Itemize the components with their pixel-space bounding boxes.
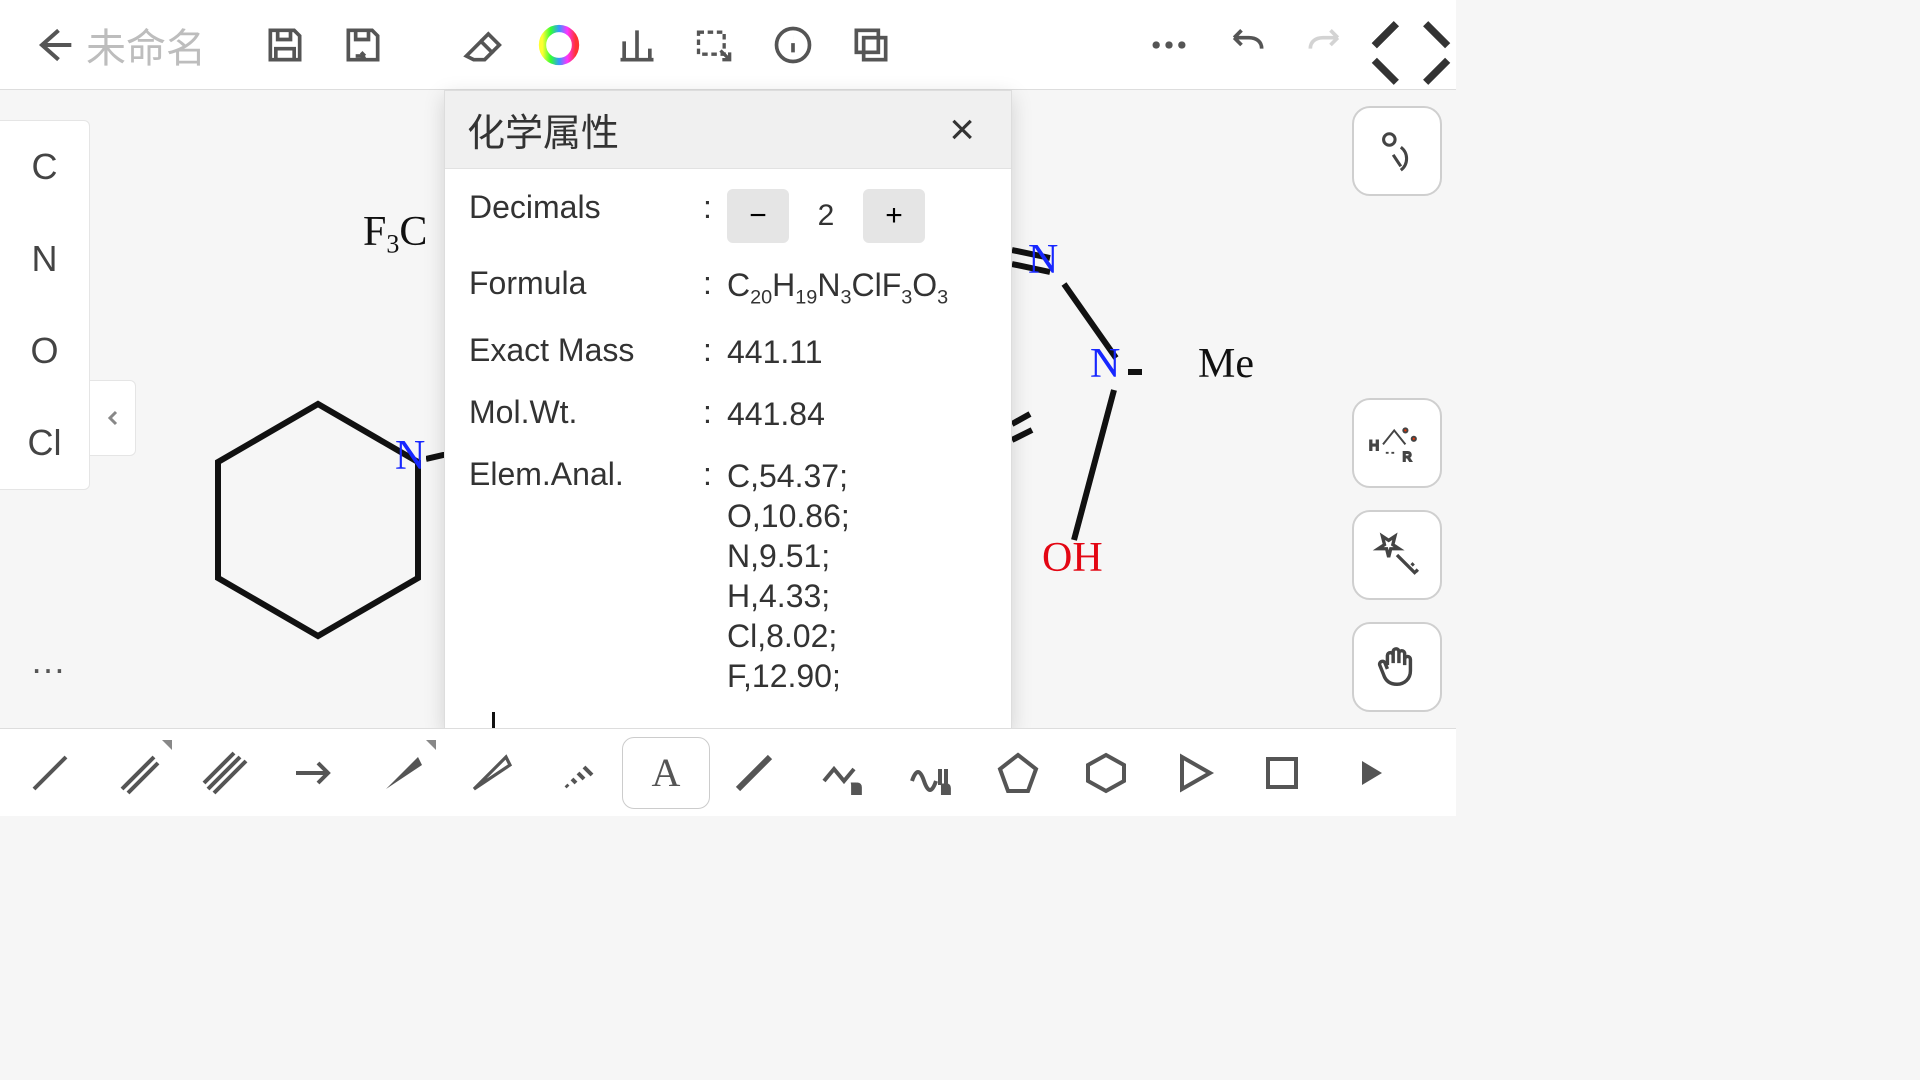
- formula-label: Formula: [469, 265, 703, 310]
- hash-bond-tool[interactable]: [534, 734, 622, 812]
- hexagon-tool[interactable]: [1062, 734, 1150, 812]
- element-n[interactable]: N: [0, 213, 89, 305]
- decimals-row: Decimals : − 2 +: [469, 189, 987, 243]
- save-as-button[interactable]: [324, 0, 402, 90]
- triangle-play-tool[interactable]: [1150, 734, 1238, 812]
- back-button[interactable]: [14, 0, 92, 90]
- save-button[interactable]: [246, 0, 324, 90]
- right-fragment-bonds: [1012, 244, 1142, 574]
- exact-mass-label: Exact Mass: [469, 332, 703, 372]
- palette-more-button[interactable]: …: [30, 640, 72, 682]
- text-tool[interactable]: A: [622, 737, 710, 809]
- redo-icon: [1303, 23, 1347, 67]
- wedge-solid-tool[interactable]: [358, 734, 446, 812]
- selection-tool-button[interactable]: [676, 0, 754, 90]
- eraser-icon: [459, 23, 503, 67]
- mol-wt-label: Mol.Wt.: [469, 394, 703, 434]
- color-wheel-icon: [537, 23, 581, 67]
- elem-anal-label: Elem.Anal.: [469, 456, 703, 696]
- bottom-toolbar: A n n: [0, 728, 1456, 816]
- decimals-stepper: − 2 +: [727, 189, 925, 243]
- wedge-open-tool[interactable]: [446, 734, 534, 812]
- color-picker-button[interactable]: [520, 0, 598, 90]
- line-tool[interactable]: [710, 734, 798, 812]
- undo-button[interactable]: [1208, 0, 1286, 90]
- double-bond-tool[interactable]: [94, 734, 182, 812]
- reaction-template-icon: HR: [1369, 419, 1425, 467]
- decimals-decrement-button[interactable]: −: [727, 189, 789, 243]
- cf3-label: F3C: [363, 208, 427, 259]
- chain-bracket-tool[interactable]: n: [886, 734, 974, 812]
- element-cl[interactable]: Cl: [0, 397, 89, 489]
- element-c[interactable]: C: [0, 121, 89, 213]
- ring-nitrogen-label: N: [395, 432, 425, 480]
- amide-n-label: N: [1090, 340, 1120, 388]
- chemical-properties-panel: 化学属性 × Decimals : − 2 + Formula : C20H19…: [444, 90, 1012, 730]
- top-toolbar: 未命名: [0, 0, 1456, 90]
- single-bond-tool[interactable]: [6, 734, 94, 812]
- selection-tool-icon: [693, 23, 737, 67]
- more-shapes-button[interactable]: [1326, 734, 1414, 812]
- magic-wand-icon: [1372, 530, 1422, 580]
- imine-n-label: N: [1028, 236, 1058, 284]
- formula-row: Formula : C20H19N3ClF3O3: [469, 265, 987, 310]
- palette-collapse-button[interactable]: [90, 380, 136, 456]
- triple-bond-tool[interactable]: [182, 734, 270, 812]
- more-button[interactable]: [1130, 0, 1208, 90]
- elem-anal-value: C,54.37;O,10.86;N,9.51;H,4.33;Cl,8.02;F,…: [727, 456, 987, 696]
- square-tool[interactable]: [1238, 734, 1326, 812]
- pan-button[interactable]: [1352, 622, 1442, 712]
- svg-text:H: H: [1369, 437, 1379, 453]
- svg-text:n: n: [942, 780, 950, 796]
- exact-mass-value: 441.11: [727, 332, 987, 372]
- formula-value: C20H19N3ClF3O3: [727, 265, 987, 310]
- svg-text:R: R: [1403, 450, 1412, 464]
- hand-pan-icon: [1374, 644, 1420, 690]
- floppy-arrow-icon: [341, 23, 385, 67]
- elem-anal-row: Elem.Anal. : C,54.37;O,10.86;N,9.51;H,4.…: [469, 456, 987, 696]
- floppy-icon: [263, 23, 307, 67]
- eraser-button[interactable]: [442, 0, 520, 90]
- copy-icon: [849, 23, 893, 67]
- chart-button[interactable]: [598, 0, 676, 90]
- element-o[interactable]: O: [0, 305, 89, 397]
- bar-chart-icon: [615, 23, 659, 67]
- reaction-template-button[interactable]: HR: [1352, 398, 1442, 488]
- chevron-left-icon: [104, 409, 122, 427]
- gesture-mode-button[interactable]: [1352, 106, 1442, 196]
- decimals-label: Decimals: [469, 189, 703, 243]
- info-icon: [771, 23, 815, 67]
- info-button[interactable]: [754, 0, 832, 90]
- document-title[interactable]: 未命名: [86, 16, 236, 74]
- chain-tool[interactable]: n: [798, 734, 886, 812]
- more-dots-icon: [1147, 23, 1191, 67]
- undo-icon: [1225, 23, 1269, 67]
- redo-button[interactable]: [1286, 0, 1364, 90]
- svg-text:n: n: [852, 780, 861, 797]
- panel-header: 化学属性 ×: [445, 91, 1011, 169]
- panel-close-button[interactable]: ×: [935, 99, 989, 161]
- exact-mass-row: Exact Mass : 441.11: [469, 332, 987, 372]
- expand-icon: [1367, 9, 1439, 81]
- decimals-value: 2: [795, 189, 857, 243]
- expand-button[interactable]: [1364, 0, 1442, 90]
- methyl-label: Me: [1198, 340, 1254, 388]
- hydroxyl-label: OH: [1042, 534, 1103, 582]
- gesture-icon: [1374, 128, 1420, 174]
- arrow-tool[interactable]: [270, 734, 358, 812]
- mol-wt-row: Mol.Wt. : 441.84: [469, 394, 987, 434]
- text-tool-label: A: [652, 749, 681, 796]
- copy-button[interactable]: [832, 0, 910, 90]
- back-arrow-icon: [31, 23, 75, 67]
- piperidine-ring: [190, 390, 450, 660]
- magic-wand-button[interactable]: [1352, 510, 1442, 600]
- element-palette: C N O Cl: [0, 120, 90, 490]
- decimals-increment-button[interactable]: +: [863, 189, 925, 243]
- mol-wt-value: 441.84: [727, 394, 987, 434]
- panel-title: 化学属性: [467, 102, 619, 157]
- pentagon-tool[interactable]: [974, 734, 1062, 812]
